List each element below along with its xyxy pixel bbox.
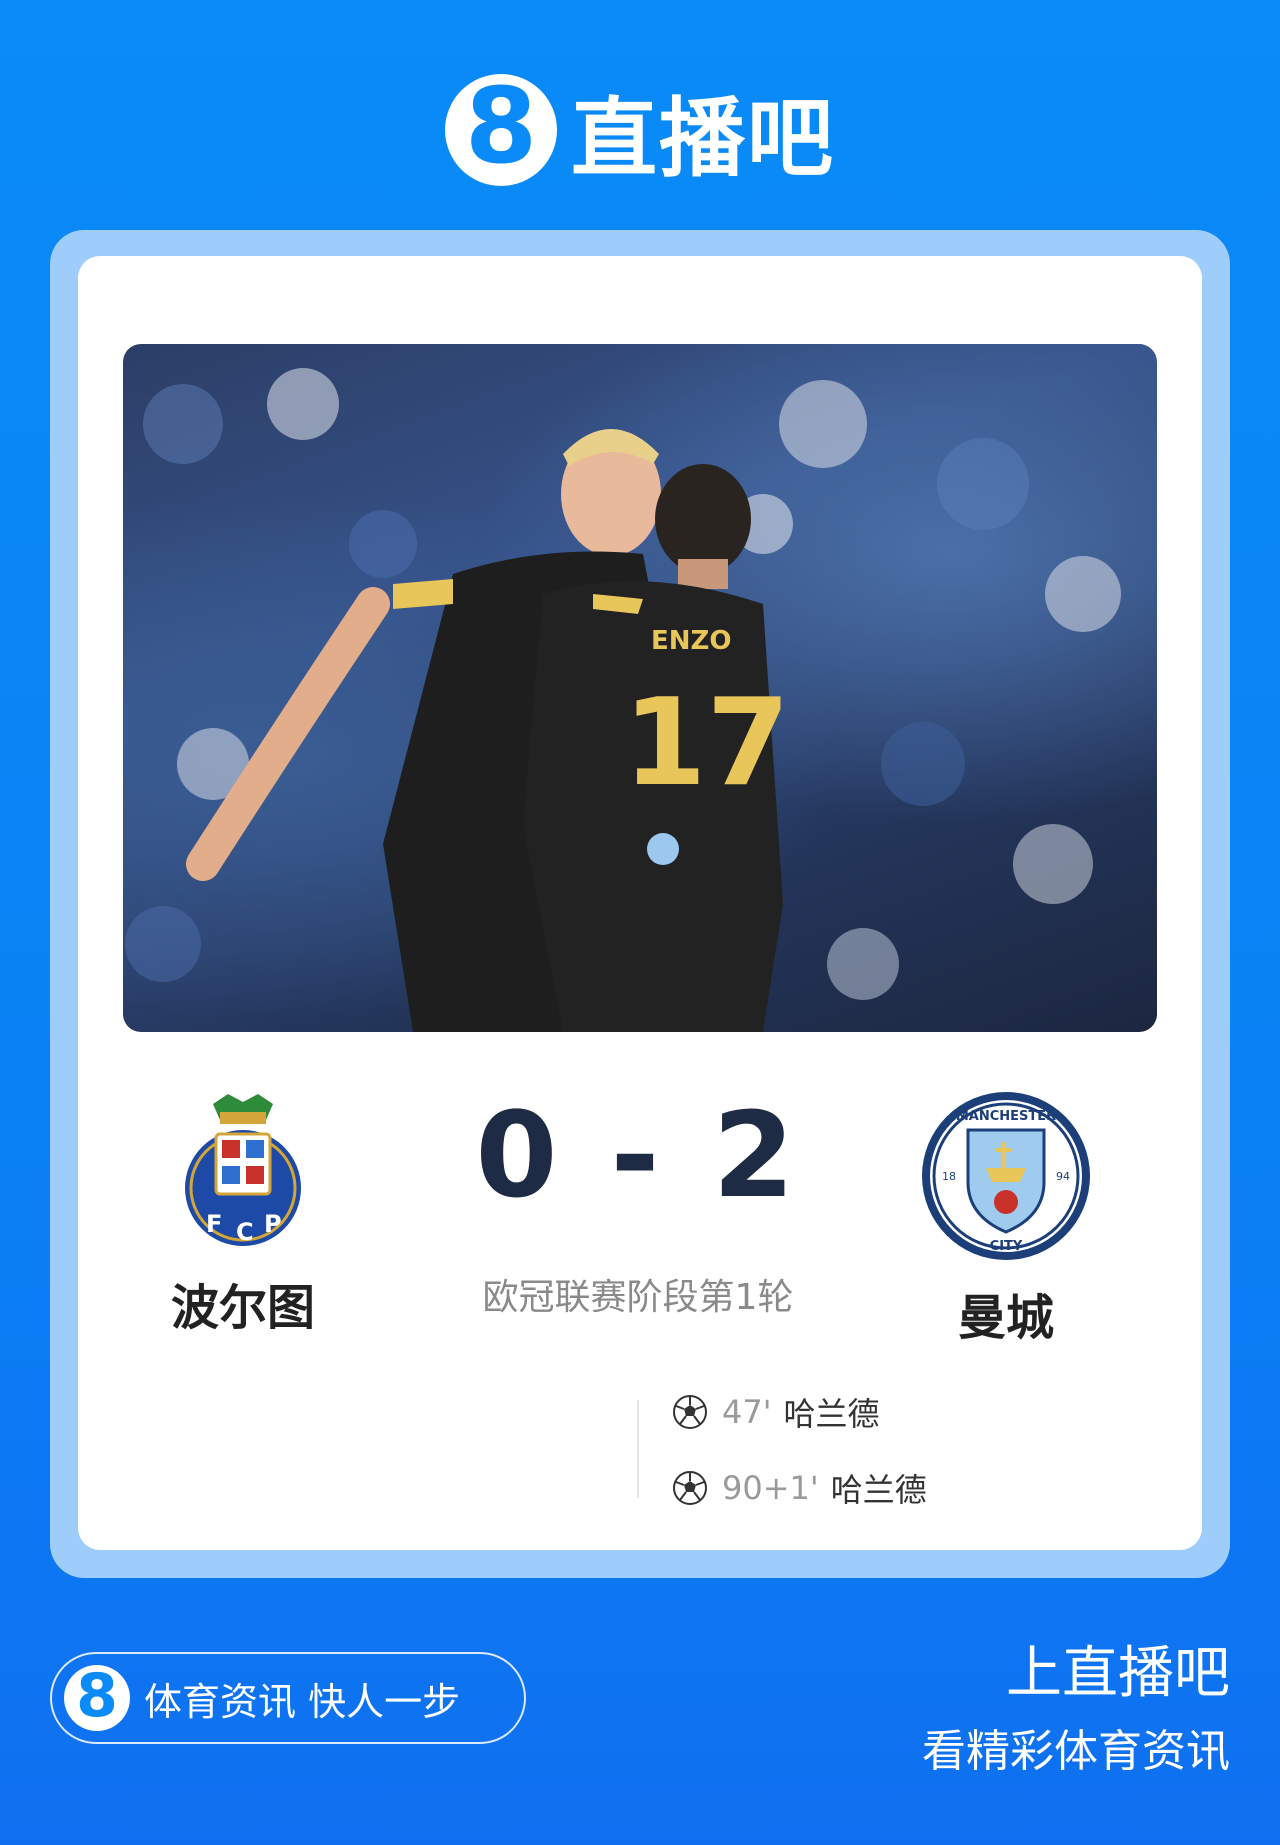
svg-text:P: P — [264, 1210, 282, 1238]
soccer-ball-icon — [673, 1395, 707, 1429]
match-photo: ENZO 17 — [123, 344, 1157, 1032]
goal-event: 90+1' 哈兰德 — [672, 1468, 927, 1509]
jersey-name: ENZO — [651, 626, 731, 656]
home-team-name: 波尔图 — [170, 1280, 315, 1336]
goal-scorer: 哈兰德 — [783, 1395, 880, 1433]
goal-scorer: 哈兰德 — [830, 1471, 927, 1509]
match-card: ENZO 17 F C P 波尔图 0 - 2 欧冠联赛阶段第1轮 MANCHE… — [78, 256, 1202, 1550]
match-score: 0 - 2 — [475, 1086, 801, 1224]
brand-logo-glyph: 8 — [464, 65, 538, 187]
svg-text:94: 94 — [1056, 1170, 1070, 1183]
goal-minute: 90+1' — [722, 1469, 819, 1507]
goal-minute: 47' — [722, 1393, 772, 1431]
svg-text:F: F — [206, 1210, 222, 1238]
away-team: MANCHESTER CITY 18 94 曼城 — [916, 1090, 1096, 1348]
jersey-number: 17 — [623, 674, 790, 813]
slogan-text: 体育资讯 快人一步 — [144, 1679, 461, 1724]
svg-text:18: 18 — [942, 1170, 956, 1183]
brand-logo-icon: 8 — [445, 74, 557, 186]
footer-cta-title: 上直播吧 — [1006, 1641, 1230, 1706]
goal-event: 47' 哈兰德 — [672, 1392, 880, 1433]
svg-text:C: C — [236, 1218, 254, 1246]
brand-header: 8 直播吧 — [0, 72, 1280, 189]
man-city-crest-icon: MANCHESTER CITY 18 94 — [922, 1092, 1090, 1260]
match-photo-illustration: ENZO 17 — [125, 368, 1121, 1032]
slogan-pill[interactable]: 8 体育资讯 快人一步 — [50, 1652, 526, 1744]
footer-cta: 上直播吧 看精彩体育资讯 — [922, 1628, 1230, 1779]
pill-logo-glyph: 8 — [76, 1661, 118, 1731]
brand-logo-icon: 8 — [64, 1665, 130, 1731]
soccer-ball-icon — [673, 1471, 707, 1505]
svg-text:MANCHESTER: MANCHESTER — [956, 1109, 1056, 1124]
goals-divider — [637, 1400, 639, 1498]
fc-porto-crest-icon: F C P — [185, 1094, 301, 1246]
home-team: F C P 波尔图 — [168, 1090, 318, 1338]
footer-cta-subtitle: 看精彩体育资讯 — [922, 1726, 1230, 1777]
away-team-name: 曼城 — [957, 1290, 1054, 1346]
brand-name: 直播吧 — [571, 88, 835, 189]
svg-text:CITY: CITY — [990, 1239, 1023, 1254]
competition-label: 欧冠联赛阶段第1轮 — [482, 1277, 794, 1318]
